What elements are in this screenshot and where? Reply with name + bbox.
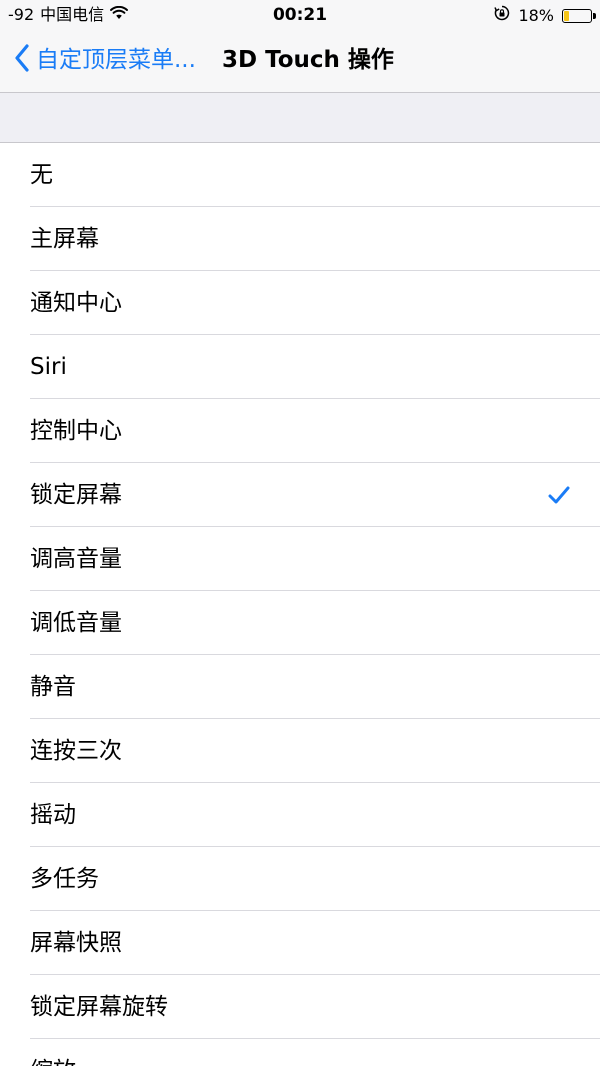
option-label: 多任务: [30, 866, 99, 892]
battery-cap: [593, 12, 596, 19]
option-label: 摇动: [30, 802, 76, 828]
battery-level: [564, 10, 569, 21]
option-row[interactable]: 静音: [0, 655, 600, 719]
back-button[interactable]: 自定顶层菜单...: [14, 42, 196, 78]
options-list: 无主屏幕通知中心 Siri 控制中心锁定屏幕调高音量调低音量静音连按三次摇动多任务屏…: [0, 143, 600, 1066]
option-label: 静音: [30, 674, 76, 700]
option-row[interactable]: 连按三次: [0, 719, 600, 783]
option-row[interactable]: 通知中心: [0, 271, 600, 335]
option-label: 缩放: [30, 1039, 76, 1066]
option-label: 无: [30, 162, 53, 188]
option-row[interactable]: 控制中心: [0, 399, 600, 463]
screen: -92 中国电信 00:21 18% 自定顶层菜单... 3D Touch 操作…: [0, 0, 600, 1066]
option-label: 连按三次: [30, 738, 122, 764]
option-row[interactable]: 无: [0, 143, 600, 207]
group-spacer: [0, 93, 600, 143]
option-row[interactable]: 摇动: [0, 783, 600, 847]
option-row[interactable]: 多任务: [0, 847, 600, 911]
option-label: 通知中心: [30, 290, 122, 316]
option-label: Siri: [30, 354, 67, 380]
option-row[interactable]: 缩放: [0, 1039, 600, 1066]
option-label: 主屏幕: [30, 226, 99, 252]
page-title: 3D Touch 操作: [222, 47, 394, 73]
battery-icon: [562, 8, 596, 23]
option-row[interactable]: 调低音量: [0, 591, 600, 655]
battery-percent: 18%: [518, 5, 554, 25]
option-row[interactable]: Siri: [0, 335, 600, 399]
option-label: 屏幕快照: [30, 930, 122, 956]
status-right: 18%: [494, 5, 596, 26]
checkmark-icon: [548, 486, 570, 504]
option-row[interactable]: 调高音量: [0, 527, 600, 591]
status-bar: -92 中国电信 00:21 18%: [0, 0, 600, 30]
option-row[interactable]: 锁定屏幕旋转: [0, 975, 600, 1039]
option-row[interactable]: 主屏幕: [0, 207, 600, 271]
option-label: 锁定屏幕旋转: [30, 994, 168, 1020]
nav-bar: 自定顶层菜单... 3D Touch 操作: [0, 30, 600, 93]
option-row[interactable]: 锁定屏幕: [0, 463, 600, 527]
option-label: 锁定屏幕: [30, 482, 122, 508]
option-label: 调高音量: [30, 546, 122, 572]
option-label: 调低音量: [30, 610, 122, 636]
chevron-left-icon: [14, 44, 30, 76]
back-label: 自定顶层菜单...: [36, 47, 196, 73]
option-row[interactable]: 屏幕快照: [0, 911, 600, 975]
option-label: 控制中心: [30, 418, 122, 444]
orientation-lock-icon: [494, 5, 510, 26]
